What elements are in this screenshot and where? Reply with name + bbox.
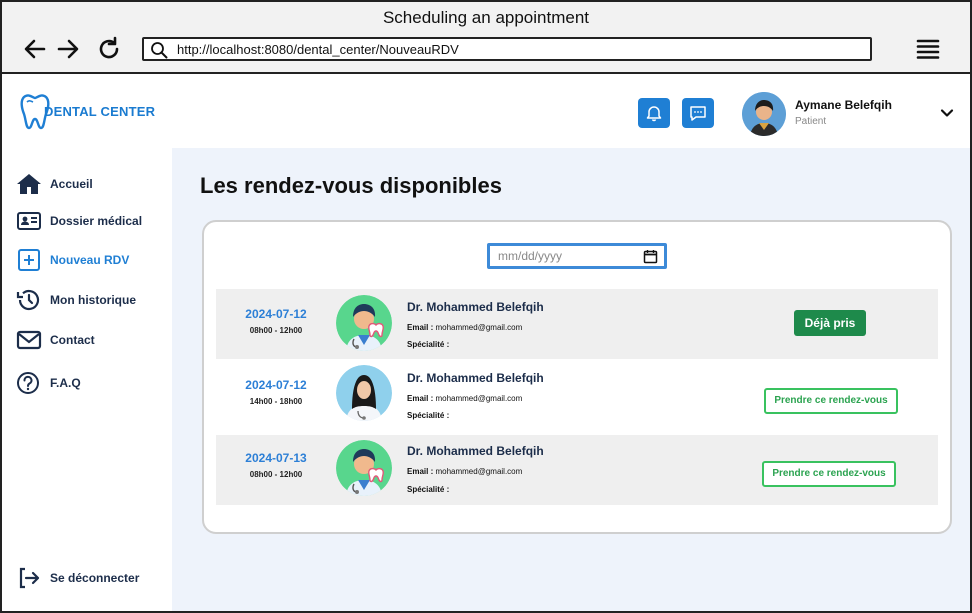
doctor-male-icon [336,295,392,351]
doctor-specialty-line: Spécialité : [407,411,449,420]
id-card-icon [17,212,41,230]
doctor-female-icon [336,365,392,421]
brand-name: DENTAL CENTER [44,104,156,119]
doctor-email: mohammed@gmail.com [435,467,523,476]
email-label: Email : [407,467,434,476]
notifications-button[interactable] [638,98,670,128]
doctor-avatar [336,295,392,351]
url-text: http://localhost:8080/dental_center/Nouv… [177,42,459,57]
bell-icon [646,106,662,122]
logout-label: Se déconnecter [50,571,140,585]
chat-bubble-icon [690,106,706,121]
user-avatar-icon [742,92,786,136]
appointment-row: 2024-07-13 08h00 - 12h00 Dr. Mohammed Be [216,435,938,505]
history-icon [16,289,40,311]
sidebar: Accueil Dossier médical Nouveau RDV Mon … [2,148,172,611]
email-label: Email : [407,323,434,332]
doctor-name: Dr. Mohammed Belefqih [407,300,544,314]
doctor-name: Dr. Mohammed Belefqih [407,371,544,385]
sidebar-item-label: Accueil [50,177,93,191]
sidebar-item-nouveau-rdv[interactable]: Nouveau RDV [16,248,129,272]
appointment-date: 2024-07-13 [245,451,307,465]
specialty-label: Spécialité : [407,411,450,420]
avatar[interactable] [742,92,786,136]
doctor-email-line: Email : mohammed@gmail.com [407,323,522,332]
doctor-specialty-line: Spécialité : [407,485,449,494]
appointments-card: mm/dd/yyyy 2024-07-12 08h00 - 12h00 Dr. … [202,220,952,534]
doctor-email-line: Email : mohammed@gmail.com [407,467,522,476]
doctor-male-icon [336,440,392,496]
doctor-email-line: Email : mohammed@gmail.com [407,394,522,403]
logo[interactable]: DENTAL CENTER [18,92,168,132]
app-header: DENTAL CENTER Aymane Belefqih Patient [2,74,970,148]
appointment-row: 2024-07-12 08h00 - 12h00 Dr. Mohammed Be [216,289,938,359]
doctor-avatar [336,440,392,496]
doctor-email: mohammed@gmail.com [435,323,523,332]
chevron-down-icon[interactable] [940,106,954,120]
messages-button[interactable] [682,98,714,128]
question-icon [17,372,39,394]
appointment-date: 2024-07-12 [245,378,307,392]
mail-icon [16,330,42,350]
book-appointment-button[interactable]: Prendre ce rendez-vous [762,461,896,487]
sidebar-item-dossier-medical[interactable]: Dossier médical [16,209,142,233]
hamburger-menu-icon[interactable] [916,38,940,60]
doctor-specialty-line: Spécialité : [407,340,449,349]
email-label: Email : [407,394,434,403]
user-name: Aymane Belefqih [795,98,892,112]
sidebar-item-label: Dossier médical [50,214,143,228]
sidebar-item-label: F.A.Q [50,376,81,390]
user-role: Patient [795,116,827,127]
appointment-date: 2024-07-12 [245,307,307,321]
appointment-time: 08h00 - 12h00 [249,326,303,335]
appointment-time: 08h00 - 12h00 [249,470,303,479]
appointment-row: 2024-07-12 14h00 - 18h00 Dr. Mohammed Be… [216,362,938,432]
sidebar-item-mon-historique[interactable]: Mon historique [16,288,136,312]
back-arrow-icon[interactable] [22,36,48,62]
plus-square-icon [18,249,40,271]
search-icon [151,42,168,59]
sidebar-item-label: Contact [50,333,95,347]
doctor-name: Dr. Mohammed Belefqih [407,444,544,458]
app-window: Scheduling an appointment http://localho… [0,0,972,613]
logout-button[interactable]: Se déconnecter [16,566,139,590]
browser-chrome: Scheduling an appointment http://localho… [2,2,970,74]
sidebar-item-label: Mon historique [50,293,136,307]
calendar-icon[interactable] [643,249,658,264]
doctor-avatar [336,365,392,421]
home-icon [17,174,41,194]
already-taken-button[interactable]: Déjà pris [794,310,866,336]
window-title: Scheduling an appointment [382,8,590,27]
sidebar-item-contact[interactable]: Contact [16,328,95,352]
doctor-email: mohammed@gmail.com [435,394,523,403]
date-placeholder: mm/dd/yyyy [498,249,563,263]
sidebar-item-label: Nouveau RDV [50,253,130,267]
sidebar-item-faq[interactable]: F.A.Q [16,371,81,395]
specialty-label: Spécialité : [407,485,450,494]
specialty-label: Spécialité : [407,340,450,349]
main-content: Les rendez-vous disponibles mm/dd/yyyy 2… [172,148,970,611]
address-bar[interactable]: http://localhost:8080/dental_center/Nouv… [142,37,872,61]
reload-icon[interactable] [96,36,122,62]
logout-icon [19,567,40,589]
forward-arrow-icon[interactable] [55,36,81,62]
page-title: Les rendez-vous disponibles [200,173,502,198]
appointment-time: 14h00 - 18h00 [249,397,303,406]
book-appointment-button[interactable]: Prendre ce rendez-vous [764,388,898,414]
sidebar-item-accueil[interactable]: Accueil [16,172,93,196]
date-filter-input[interactable]: mm/dd/yyyy [487,243,667,269]
